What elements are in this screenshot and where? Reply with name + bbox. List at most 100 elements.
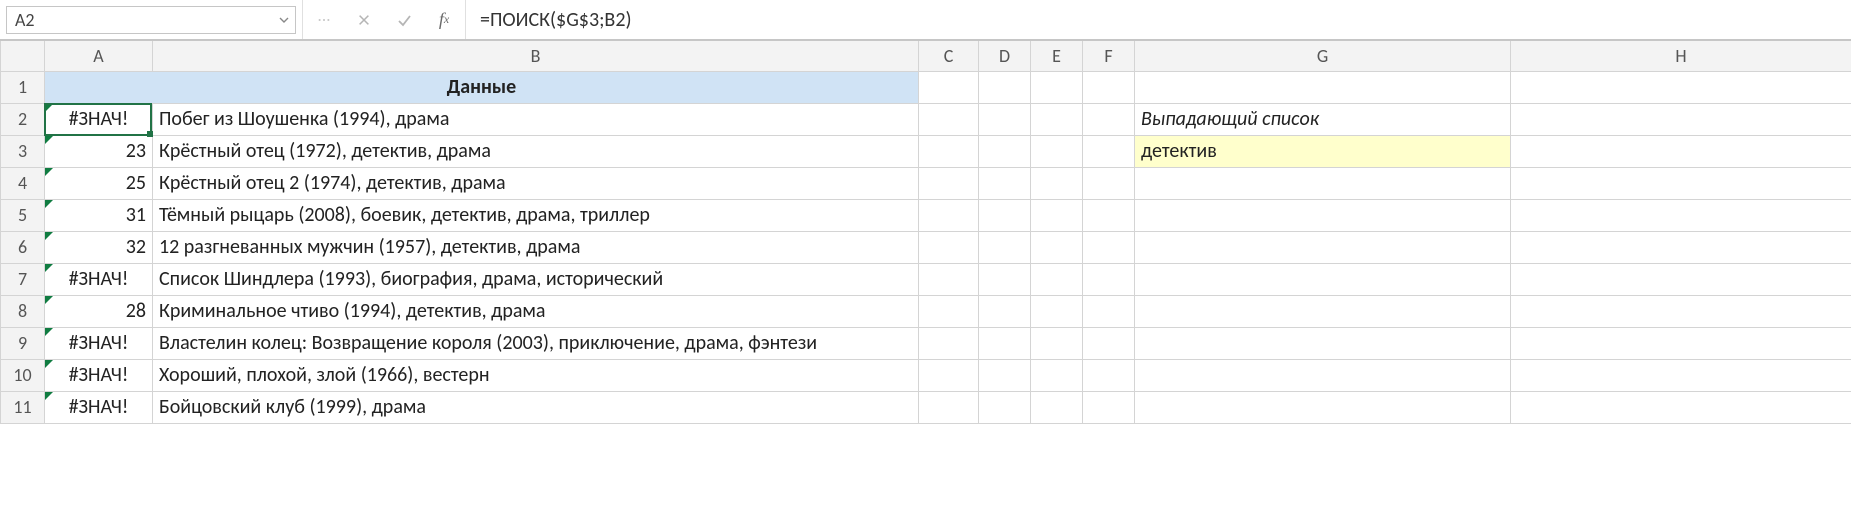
cell-B6[interactable]: 12 разгневанных мужчин (1957), детектив,… bbox=[153, 231, 919, 263]
cell-E8[interactable] bbox=[1031, 295, 1083, 327]
cell-A8[interactable]: 28 bbox=[45, 295, 153, 327]
cell-H11[interactable] bbox=[1511, 391, 1851, 423]
column-header-E[interactable]: E bbox=[1031, 41, 1083, 71]
cell-C6[interactable] bbox=[919, 231, 979, 263]
expand-formula-bar-icon[interactable] bbox=[313, 9, 335, 31]
cell-F7[interactable] bbox=[1083, 263, 1135, 295]
cell-F4[interactable] bbox=[1083, 167, 1135, 199]
cell-B10[interactable]: Хороший, плохой, злой (1966), вестерн bbox=[153, 359, 919, 391]
cell-C8[interactable] bbox=[919, 295, 979, 327]
cell-B2[interactable]: Побег из Шоушенка (1994), драма bbox=[153, 103, 919, 135]
cell-C2[interactable] bbox=[919, 103, 979, 135]
cell-E11[interactable] bbox=[1031, 391, 1083, 423]
cell-H2[interactable] bbox=[1511, 103, 1851, 135]
column-header-G[interactable]: G bbox=[1135, 41, 1511, 71]
cell-A5[interactable]: 31 bbox=[45, 199, 153, 231]
row-header-3[interactable]: 3 bbox=[1, 135, 45, 167]
row-header-1[interactable]: 1 bbox=[1, 71, 45, 103]
row-header-5[interactable]: 5 bbox=[1, 199, 45, 231]
cell-A7[interactable]: #ЗНАЧ! bbox=[45, 263, 153, 295]
cell-D5[interactable] bbox=[979, 199, 1031, 231]
cell-H5[interactable] bbox=[1511, 199, 1851, 231]
cell-F6[interactable] bbox=[1083, 231, 1135, 263]
cell-F8[interactable] bbox=[1083, 295, 1135, 327]
cell-H9[interactable] bbox=[1511, 327, 1851, 359]
cell-G11[interactable] bbox=[1135, 391, 1511, 423]
cell-H3[interactable] bbox=[1511, 135, 1851, 167]
cell-B4[interactable]: Крёстный отец 2 (1974), детектив, драма bbox=[153, 167, 919, 199]
cell-F9[interactable] bbox=[1083, 327, 1135, 359]
cell-C3[interactable] bbox=[919, 135, 979, 167]
cell-F5[interactable] bbox=[1083, 199, 1135, 231]
cell-D11[interactable] bbox=[979, 391, 1031, 423]
name-box[interactable]: A2 bbox=[6, 6, 296, 34]
cell-E7[interactable] bbox=[1031, 263, 1083, 295]
insert-function-button[interactable]: fx bbox=[433, 9, 455, 31]
column-header-A[interactable]: A bbox=[45, 41, 153, 71]
enter-icon[interactable] bbox=[393, 9, 415, 31]
cell[interactable] bbox=[979, 71, 1031, 103]
column-header-B[interactable]: B bbox=[153, 41, 919, 71]
cell-E5[interactable] bbox=[1031, 199, 1083, 231]
cell-D8[interactable] bbox=[979, 295, 1031, 327]
cell-C9[interactable] bbox=[919, 327, 979, 359]
cell-F10[interactable] bbox=[1083, 359, 1135, 391]
cell-F2[interactable] bbox=[1083, 103, 1135, 135]
cell-H6[interactable] bbox=[1511, 231, 1851, 263]
cell-G2[interactable]: Выпадающий список bbox=[1135, 103, 1511, 135]
column-header-C[interactable]: C bbox=[919, 41, 979, 71]
cell-B9[interactable]: Властелин колец: Возвращение короля (200… bbox=[153, 327, 919, 359]
cell-A10[interactable]: #ЗНАЧ! bbox=[45, 359, 153, 391]
cell-C5[interactable] bbox=[919, 199, 979, 231]
cell-E9[interactable] bbox=[1031, 327, 1083, 359]
cell-E2[interactable] bbox=[1031, 103, 1083, 135]
cell[interactable] bbox=[919, 71, 979, 103]
data-header-cell[interactable]: Данные bbox=[45, 71, 919, 103]
cell-G6[interactable] bbox=[1135, 231, 1511, 263]
cell-D3[interactable] bbox=[979, 135, 1031, 167]
cell-C4[interactable] bbox=[919, 167, 979, 199]
cell-B3[interactable]: Крёстный отец (1972), детектив, драма bbox=[153, 135, 919, 167]
cell-G9[interactable] bbox=[1135, 327, 1511, 359]
cell-B8[interactable]: Криминальное чтиво (1994), детектив, дра… bbox=[153, 295, 919, 327]
cell-B11[interactable]: Бойцовский клуб (1999), драма bbox=[153, 391, 919, 423]
cell-A6[interactable]: 32 bbox=[45, 231, 153, 263]
cell-C7[interactable] bbox=[919, 263, 979, 295]
cell[interactable] bbox=[1083, 71, 1135, 103]
row-header-9[interactable]: 9 bbox=[1, 327, 45, 359]
cell-E10[interactable] bbox=[1031, 359, 1083, 391]
cell-D7[interactable] bbox=[979, 263, 1031, 295]
cell-A4[interactable]: 25 bbox=[45, 167, 153, 199]
cell-C10[interactable] bbox=[919, 359, 979, 391]
cell-B7[interactable]: Список Шиндлера (1993), биография, драма… bbox=[153, 263, 919, 295]
column-header-H[interactable]: H bbox=[1511, 41, 1851, 71]
cell-C11[interactable] bbox=[919, 391, 979, 423]
cell-G5[interactable] bbox=[1135, 199, 1511, 231]
cell-H10[interactable] bbox=[1511, 359, 1851, 391]
row-header-10[interactable]: 10 bbox=[1, 359, 45, 391]
cell-B5[interactable]: Тёмный рыцарь (2008), боевик, детектив, … bbox=[153, 199, 919, 231]
cell-H7[interactable] bbox=[1511, 263, 1851, 295]
cell-F3[interactable] bbox=[1083, 135, 1135, 167]
row-header-11[interactable]: 11 bbox=[1, 391, 45, 423]
cell-D6[interactable] bbox=[979, 231, 1031, 263]
formula-input[interactable]: =ПОИСК($G$3;B2) bbox=[466, 0, 1851, 39]
cell-H4[interactable] bbox=[1511, 167, 1851, 199]
cell[interactable] bbox=[1031, 71, 1083, 103]
cell-A11[interactable]: #ЗНАЧ! bbox=[45, 391, 153, 423]
cell-G8[interactable] bbox=[1135, 295, 1511, 327]
cell-E3[interactable] bbox=[1031, 135, 1083, 167]
row-header-8[interactable]: 8 bbox=[1, 295, 45, 327]
cell-A9[interactable]: #ЗНАЧ! bbox=[45, 327, 153, 359]
row-header-7[interactable]: 7 bbox=[1, 263, 45, 295]
cell-D9[interactable] bbox=[979, 327, 1031, 359]
cell-F11[interactable] bbox=[1083, 391, 1135, 423]
cell-E6[interactable] bbox=[1031, 231, 1083, 263]
cell-G4[interactable] bbox=[1135, 167, 1511, 199]
cell-G7[interactable] bbox=[1135, 263, 1511, 295]
cell[interactable] bbox=[1135, 71, 1511, 103]
cell-D4[interactable] bbox=[979, 167, 1031, 199]
row-header-4[interactable]: 4 bbox=[1, 167, 45, 199]
spreadsheet-grid[interactable]: A B C D E F G H 1 Данные bbox=[0, 40, 1851, 516]
cell-E4[interactable] bbox=[1031, 167, 1083, 199]
